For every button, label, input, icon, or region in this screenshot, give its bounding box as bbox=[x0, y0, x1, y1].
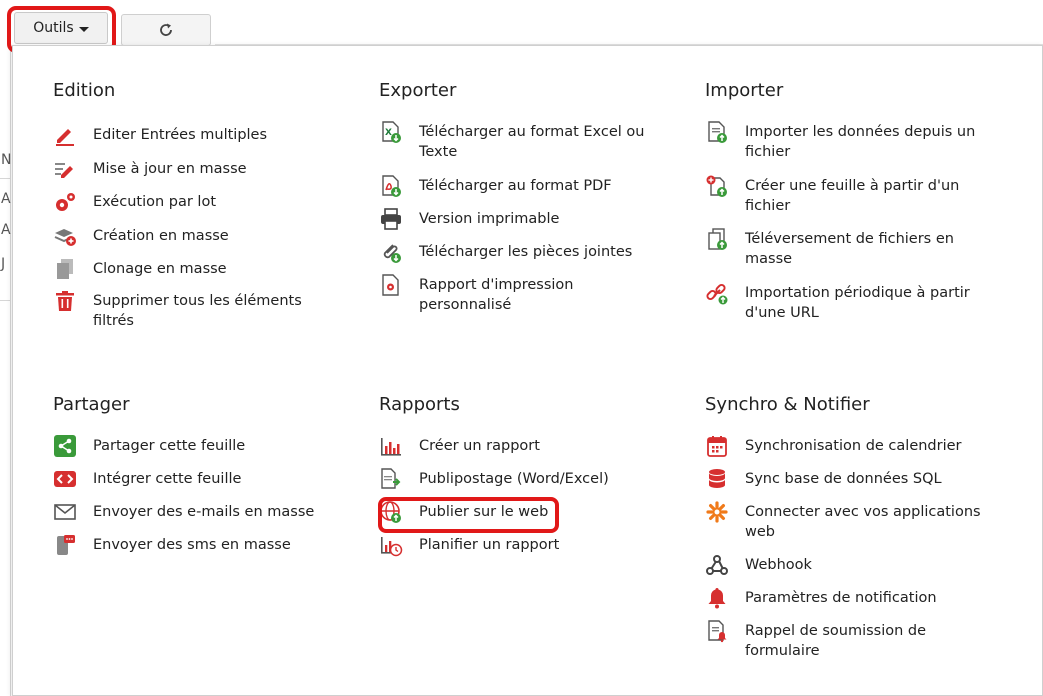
menu-item-share-sheet[interactable]: Partager cette feuille bbox=[53, 434, 343, 458]
mass-update-icon bbox=[53, 157, 77, 181]
menu-item-sql-sync[interactable]: Sync base de données SQL bbox=[705, 469, 995, 491]
menu-item-connect-web-apps[interactable]: Connecter avec vos applications web bbox=[705, 500, 995, 542]
menu-item-download-excel[interactable]: X Télécharger au format Excel ou Texte bbox=[379, 120, 669, 162]
menu-item-mail-merge[interactable]: Publipostage (Word/Excel) bbox=[379, 467, 669, 491]
background-row-letter: N bbox=[1, 152, 12, 168]
refresh-button[interactable] bbox=[121, 14, 211, 46]
share-icon bbox=[53, 434, 77, 458]
section-title: Synchro & Notifier bbox=[705, 394, 870, 415]
mail-merge-icon bbox=[379, 467, 403, 491]
section-title: Edition bbox=[53, 80, 116, 101]
embed-code-icon bbox=[53, 467, 77, 491]
calendar-icon bbox=[705, 434, 729, 458]
menu-item-custom-print-report[interactable]: Rapport d'impression personnalisé bbox=[379, 273, 669, 315]
svg-text:X: X bbox=[385, 128, 392, 138]
menu-item-mass-update[interactable]: Mise à jour en masse bbox=[53, 159, 343, 181]
menu-item-create-report[interactable]: Créer un rapport bbox=[379, 436, 669, 458]
menu-item-schedule-report[interactable]: Planifier un rapport bbox=[379, 535, 669, 557]
section-partager: Partager Partager cette feuille Intégrer… bbox=[53, 393, 353, 555]
section-title: Rapports bbox=[379, 394, 460, 415]
section-title: Importer bbox=[705, 80, 784, 101]
background-row-letter: A bbox=[1, 191, 11, 207]
clone-icon bbox=[53, 257, 77, 281]
database-icon bbox=[705, 467, 729, 491]
envelope-icon bbox=[53, 500, 77, 524]
custom-print-report-icon bbox=[379, 273, 403, 297]
webhook-icon bbox=[705, 553, 729, 577]
layers-add-icon bbox=[53, 224, 77, 248]
background-page-edge bbox=[0, 45, 11, 696]
phone-sms-icon bbox=[53, 533, 77, 557]
menu-item-bulk-email[interactable]: Envoyer des e-mails en masse bbox=[53, 502, 343, 524]
bar-chart-icon bbox=[379, 434, 403, 458]
sheet-from-file-icon bbox=[705, 174, 729, 198]
menu-item-delete-filtered[interactable]: Supprimer tous les éléments filtrés bbox=[53, 291, 343, 331]
menu-item-download-pdf[interactable]: Télécharger au format PDF bbox=[379, 174, 669, 198]
background-row-letter: A bbox=[1, 222, 11, 238]
excel-download-icon: X bbox=[379, 120, 403, 144]
menu-item-mass-create[interactable]: Création en masse bbox=[53, 226, 343, 248]
section-title: Partager bbox=[53, 394, 130, 415]
background-row-letter: J bbox=[1, 256, 6, 272]
menu-item-sheet-from-file[interactable]: Créer une feuille à partir d'un fichier bbox=[705, 174, 995, 216]
section-synchro: Synchro & Notifier Synchronisation de ca… bbox=[705, 393, 1005, 659]
menu-item-download-attachments[interactable]: Télécharger les pièces jointes bbox=[379, 242, 669, 264]
form-reminder-icon bbox=[705, 619, 729, 643]
menu-item-embed-sheet[interactable]: Intégrer cette feuille bbox=[53, 469, 343, 491]
menu-item-edit-multiple[interactable]: Editer Entrées multiples bbox=[53, 125, 343, 147]
printer-icon bbox=[379, 207, 403, 231]
tools-button-label: Outils bbox=[33, 20, 74, 36]
section-exporter: Exporter X Télécharger au format Excel o… bbox=[379, 79, 679, 313]
section-rapports: Rapports Créer un rapport Publipostage (… bbox=[379, 393, 679, 557]
gears-icon bbox=[53, 190, 77, 214]
link-import-icon bbox=[705, 281, 729, 305]
edit-pencil-icon bbox=[53, 123, 77, 147]
globe-publish-icon bbox=[379, 500, 403, 524]
trash-icon bbox=[53, 289, 77, 313]
menu-item-notification-settings[interactable]: Paramètres de notification bbox=[705, 588, 995, 610]
menu-item-publish-web[interactable]: Publier sur le web bbox=[379, 500, 669, 524]
bell-icon bbox=[705, 586, 729, 610]
menu-item-periodic-url-import[interactable]: Importation périodique à partir d'une UR… bbox=[705, 283, 995, 323]
background-row-line bbox=[0, 300, 10, 301]
schedule-report-icon bbox=[379, 533, 403, 557]
section-title: Exporter bbox=[379, 80, 457, 101]
tools-dropdown-button[interactable]: Outils bbox=[14, 12, 108, 44]
files-upload-icon bbox=[705, 227, 729, 251]
pdf-download-icon bbox=[379, 174, 403, 198]
paperclip-download-icon bbox=[379, 240, 403, 264]
menu-item-bulk-sms[interactable]: Envoyer des sms en masse bbox=[53, 535, 343, 557]
caret-down-icon bbox=[78, 26, 89, 32]
section-edition: Edition Editer Entrées multiples Mise à … bbox=[53, 79, 353, 329]
menu-item-form-reminder[interactable]: Rappel de soumission de formulaire bbox=[705, 619, 995, 661]
refresh-icon bbox=[160, 23, 172, 36]
menu-item-mass-clone[interactable]: Clonage en masse bbox=[53, 259, 343, 281]
menu-item-printable-version[interactable]: Version imprimable bbox=[379, 207, 669, 231]
background-row-line bbox=[0, 178, 10, 179]
menu-item-bulk-file-upload[interactable]: Téléversement de fichiers en masse bbox=[705, 227, 995, 269]
menu-item-webhook[interactable]: Webhook bbox=[705, 555, 995, 577]
file-import-icon bbox=[705, 120, 729, 144]
menu-item-calendar-sync[interactable]: Synchronisation de calendrier bbox=[705, 436, 995, 458]
menu-item-import-from-file[interactable]: Importer les données depuis un fichier bbox=[705, 120, 995, 162]
zapier-asterisk-icon bbox=[705, 500, 729, 524]
tools-menu-panel: Edition Editer Entrées multiples Mise à … bbox=[12, 45, 1043, 696]
menu-item-batch-execution[interactable]: Exécution par lot bbox=[53, 192, 343, 214]
section-importer: Importer Importer les données depuis un … bbox=[705, 79, 1005, 321]
